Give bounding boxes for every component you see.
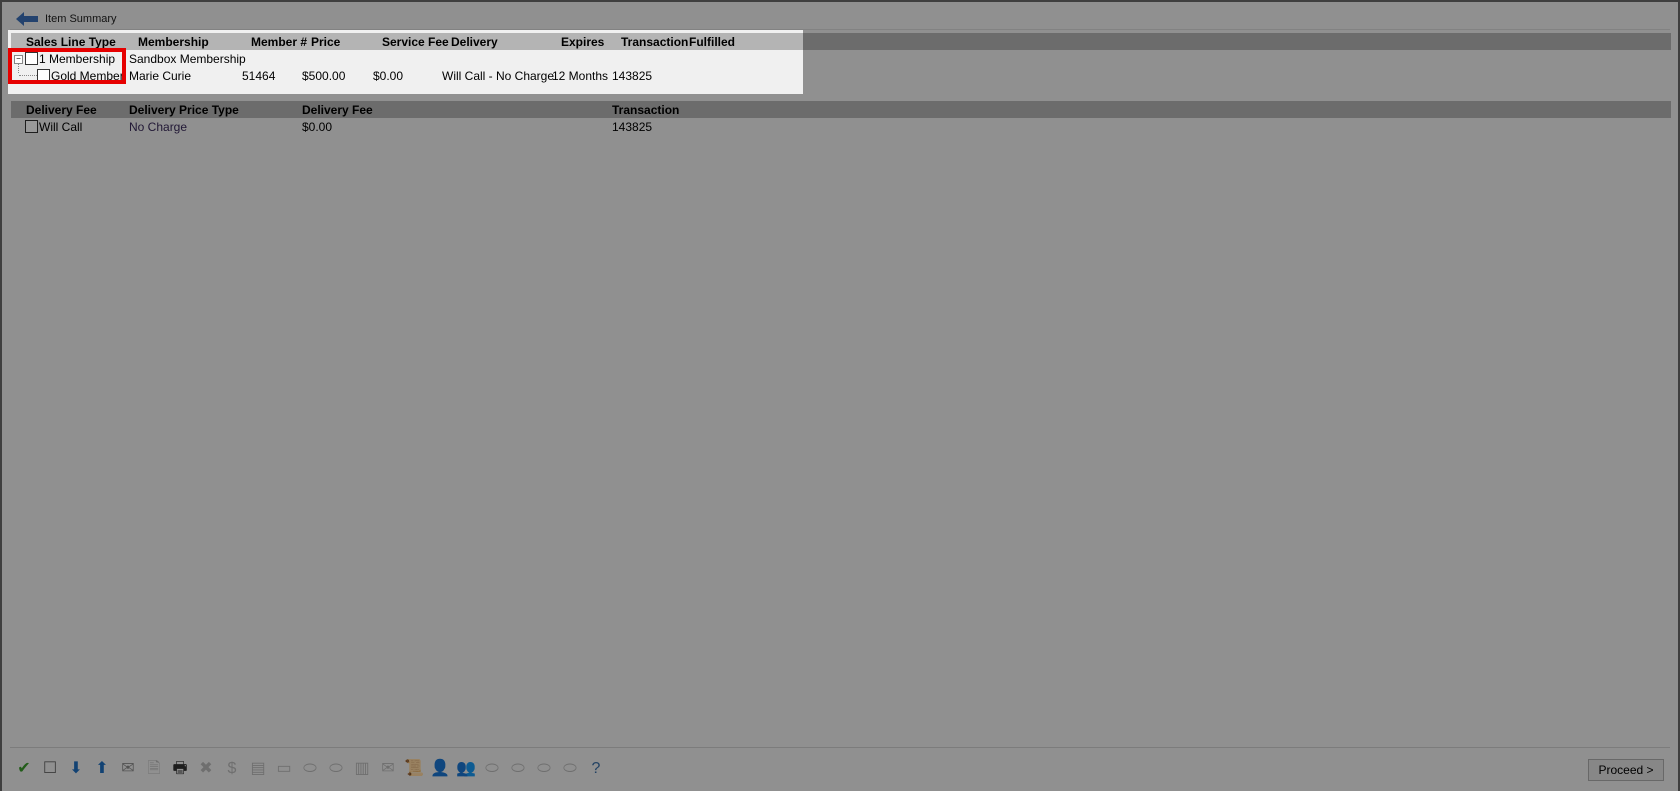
ticket-tag-search-icon[interactable]: ⬭ (532, 757, 556, 781)
row-checkbox[interactable] (25, 52, 38, 65)
delivery-price-type: No Charge (129, 120, 188, 134)
service-fee: $0.00 (373, 69, 404, 83)
item-summary-window: Item Summary Sales Line Type Membership … (2, 2, 1678, 791)
transaction: 143825 (612, 120, 653, 134)
divider (10, 747, 1670, 748)
member-number: 51464 (242, 69, 276, 83)
column-header-member-number[interactable]: Member # (251, 35, 307, 49)
column-header-membership[interactable]: Membership (138, 35, 209, 49)
membership: Sandbox Membership (129, 52, 246, 66)
column-header-delivery-fee[interactable]: Delivery Fee (302, 103, 373, 117)
move-down-add-icon[interactable]: ⬇ (64, 757, 88, 781)
card-icon[interactable]: ▭ (272, 757, 296, 781)
move-up-remove-icon[interactable]: ⬆ (90, 757, 114, 781)
column-header-transaction[interactable]: Transaction (621, 35, 688, 49)
grid-header: Delivery Fee Delivery Price Type Deliver… (11, 101, 1671, 118)
check-all-icon[interactable]: ✔ (12, 757, 36, 781)
column-header-fulfilled[interactable]: Fulfilled (689, 35, 735, 49)
barcode-icon[interactable]: ▥ (350, 757, 374, 781)
column-header-delivery-price-type[interactable]: Delivery Price Type (129, 103, 239, 117)
delivery-fee: $0.00 (302, 120, 333, 134)
user-swap-icon[interactable]: 👥 (454, 757, 478, 781)
grid-header: Sales Line Type Membership Member # Pric… (11, 33, 1671, 50)
delivery-fee-name: Will Call (39, 120, 83, 134)
action-toolbar: ✔ ☐ ⬇ ⬆ ✉ 🗎 🖶 ✖ $ ▤ ▭ ⬭ ⬭ ▥ ✉ 📜 👤 👥 ⬭ ⬭ ⬭ ⬭? (12, 756, 610, 782)
column-header-price[interactable]: Price (311, 35, 340, 49)
dollar-icon[interactable]: $ (220, 757, 244, 781)
title-bar: Item Summary (2, 2, 1678, 32)
uncheck-all-icon[interactable]: ☐ (38, 757, 62, 781)
column-header-transaction[interactable]: Transaction (612, 103, 679, 117)
ticket-tag-remove-icon[interactable]: ⬭ (506, 757, 530, 781)
document-info-icon[interactable]: 🗎 (142, 757, 166, 781)
delete-icon[interactable]: ✖ (194, 757, 218, 781)
sales-line-type: 1 Membership (39, 52, 116, 66)
price: $500.00 (302, 69, 346, 83)
column-header-expires[interactable]: Expires (561, 35, 604, 49)
sales-line-type: Gold Member (51, 69, 124, 83)
ticket-stack-icon[interactable]: ▤ (246, 757, 270, 781)
column-header-delivery-fee-name[interactable]: Delivery Fee (26, 103, 97, 117)
proceed-button[interactable]: Proceed > (1588, 759, 1664, 781)
window-title: Item Summary (45, 13, 117, 25)
printer-icon[interactable]: 🖶 (168, 757, 192, 781)
ticket-icon[interactable]: ⬭ (298, 757, 322, 781)
expires: 12 Months (552, 69, 609, 83)
table-row[interactable]: − 1 Membership Sandbox Membership (11, 50, 1671, 73)
column-header-delivery[interactable]: Delivery (451, 35, 498, 49)
row-checkbox[interactable] (25, 120, 38, 133)
delivery-fees-grid: Delivery Fee Delivery Price Type Deliver… (11, 101, 1671, 135)
table-row[interactable]: Gold Member Marie Curie 51464 $500.00 $0… (11, 67, 1671, 84)
table-row[interactable]: Will Call No Charge $0.00 143825 (11, 118, 1671, 135)
sales-lines-grid: Sales Line Type Membership Member # Pric… (11, 33, 1671, 84)
back-arrow-icon[interactable] (16, 12, 38, 26)
scroll-icon[interactable]: 📜 (402, 757, 426, 781)
email-info-icon[interactable]: ✉ (116, 757, 140, 781)
column-header-sales-line-type[interactable]: Sales Line Type (26, 35, 116, 49)
user-icon[interactable]: 👤 (428, 757, 452, 781)
delivery: Will Call - No Charge (442, 69, 555, 83)
help-icon[interactable]: ? (584, 757, 608, 781)
ticket-tag-info-icon[interactable]: ⬭ (558, 757, 582, 781)
ticket-remove-icon[interactable]: ⬭ (324, 757, 348, 781)
row-checkbox[interactable] (37, 69, 50, 82)
envelope-open-icon[interactable]: ✉ (376, 757, 400, 781)
transaction: 143825 (612, 69, 653, 83)
ticket-tag-icon[interactable]: ⬭ (480, 757, 504, 781)
divider (10, 29, 1670, 30)
membership: Marie Curie (129, 69, 192, 83)
column-header-service-fee[interactable]: Service Fee (382, 35, 449, 49)
